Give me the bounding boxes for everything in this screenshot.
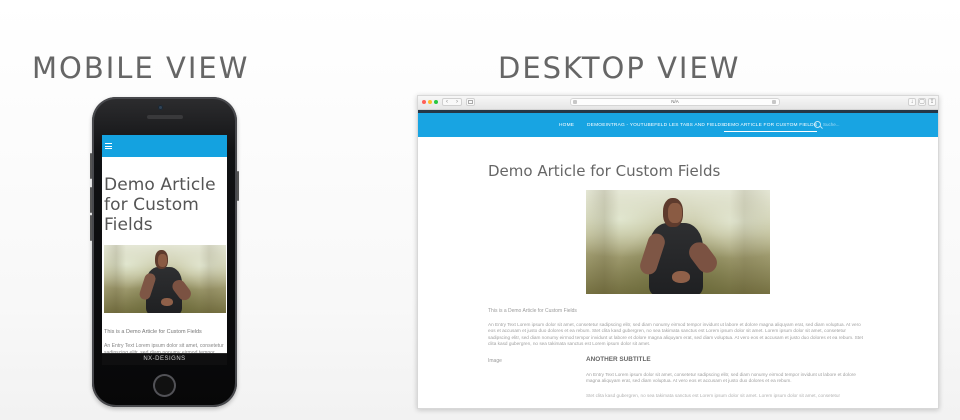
mobile-screen: Demo Article for Custom Fields This is a… bbox=[102, 135, 227, 353]
mobile-article-image bbox=[104, 245, 226, 313]
minimize-window-icon[interactable] bbox=[428, 100, 432, 104]
tabs-icon[interactable]: ▢ bbox=[918, 98, 926, 106]
back-icon[interactable]: ‹ bbox=[446, 99, 448, 105]
search-input[interactable] bbox=[823, 121, 865, 128]
forward-icon[interactable]: › bbox=[456, 99, 458, 105]
mobile-header bbox=[102, 135, 227, 157]
desktop-browser-window: ‹ › N/A ↓ ▢ ⇪ HOME DEMOEINTRAG - YOUTUBE… bbox=[417, 95, 939, 409]
nav-item-demoeintrag[interactable]: DEMOEINTRAG - YOUTUBEFELD bbox=[587, 123, 667, 128]
share-icon[interactable]: ⇪ bbox=[928, 98, 936, 106]
subtitle-body-text: An Entry Text Lorem ipsum dolor sit amet… bbox=[586, 372, 856, 384]
another-subtitle: ANOTHER SUBTITLE bbox=[586, 356, 651, 363]
maximize-window-icon[interactable] bbox=[434, 100, 438, 104]
person-figure bbox=[138, 250, 194, 313]
site-navigation-bar: HOME DEMOEINTRAG - YOUTUBEFELD LES TABS … bbox=[418, 113, 938, 137]
desktop-view-heading: DESKTOP VIEW bbox=[498, 51, 741, 85]
desktop-article-content: Demo Article for Custom Fields This is a… bbox=[488, 162, 866, 398]
mobile-intro-text: This is a Demo Article for Custom Fields bbox=[104, 329, 202, 335]
person-figure bbox=[637, 198, 722, 294]
nav-item-home[interactable]: HOME bbox=[559, 123, 574, 128]
desktop-article-image bbox=[586, 190, 770, 294]
mobile-footer-brand: NX-DESIGNS bbox=[102, 353, 227, 365]
sidebar-toggle-icon[interactable] bbox=[466, 98, 475, 106]
download-icon[interactable]: ↓ bbox=[908, 98, 916, 106]
reload-icon[interactable] bbox=[772, 100, 776, 104]
search-icon[interactable] bbox=[814, 121, 821, 128]
browser-navigation-arrows[interactable]: ‹ › bbox=[442, 98, 462, 106]
camera-icon bbox=[158, 105, 163, 110]
mobile-article-title: Demo Article for Custom Fields bbox=[104, 175, 216, 235]
mobile-content: Demo Article for Custom Fields This is a… bbox=[102, 157, 227, 353]
phone-device: Demo Article for Custom Fields This is a… bbox=[90, 97, 239, 407]
browser-chrome: ‹ › N/A ↓ ▢ ⇪ bbox=[418, 96, 938, 110]
nav-item-les-tabs-and-fields[interactable]: LES TABS AND FIELDS bbox=[669, 123, 725, 128]
cutoff-text-line: Stet clita kasd gubergren, no sea takima… bbox=[586, 393, 841, 398]
close-window-icon[interactable] bbox=[422, 100, 426, 104]
site-info-icon bbox=[573, 100, 577, 104]
speaker-grille bbox=[147, 115, 183, 119]
hamburger-icon[interactable] bbox=[105, 143, 112, 149]
desktop-body-text: An Entry Text Lorem ipsum dolor sit amet… bbox=[488, 322, 863, 347]
home-button[interactable] bbox=[153, 374, 176, 397]
mobile-body-text: An Entry Text Lorem ipsum dolor sit amet… bbox=[104, 343, 224, 353]
address-bar[interactable]: N/A bbox=[570, 98, 780, 106]
desktop-article-title: Demo Article for Custom Fields bbox=[488, 162, 721, 180]
address-text: N/A bbox=[671, 99, 679, 104]
mobile-view-heading: MOBILE VIEW bbox=[32, 51, 250, 85]
desktop-intro-text: This is a Demo Article for Custom Fields bbox=[488, 308, 577, 314]
nav-item-demo-article[interactable]: DEMO ARTICLE FOR CUSTOM FIELDS bbox=[724, 123, 818, 132]
image-field-label: Image bbox=[488, 358, 502, 364]
